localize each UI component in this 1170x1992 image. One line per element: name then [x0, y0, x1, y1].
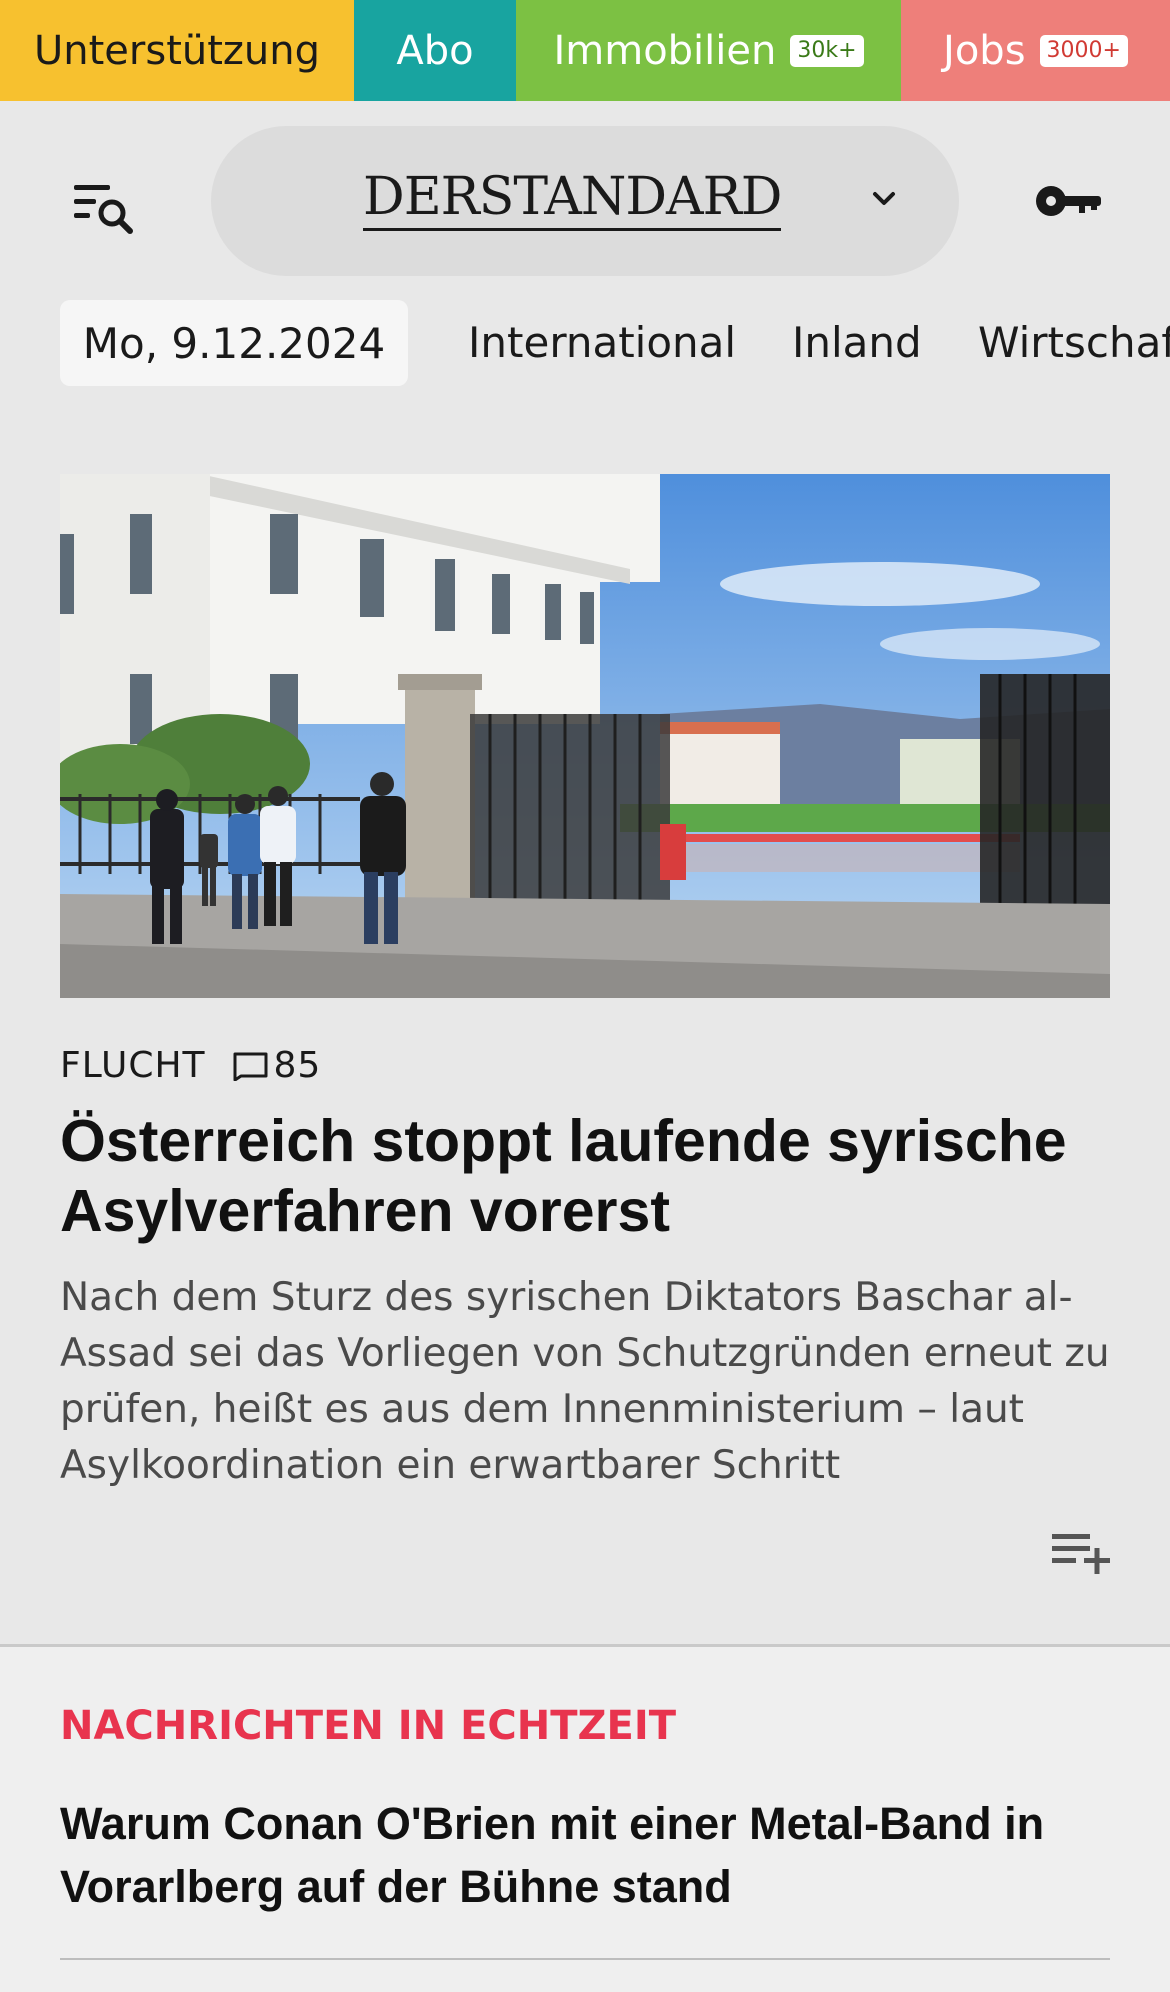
- lead-article-photo[interactable]: [60, 474, 1110, 998]
- key-icon: [1036, 186, 1101, 216]
- section-nav: Mo, 9.12.2024 International Inland Wirts…: [0, 300, 1170, 388]
- live-news-section: NACHRICHTEN IN ECHTZEIT Warum Conan O'Br…: [0, 1647, 1170, 1992]
- immobilien-link[interactable]: Immobilien 30k+: [516, 0, 901, 101]
- lead-headline[interactable]: Österreich stoppt laufende syrische Asyl…: [60, 1106, 1120, 1246]
- immobilien-label: Immobilien: [553, 27, 777, 74]
- login-button[interactable]: [1035, 179, 1105, 223]
- site-header: DERSTANDARD: [0, 101, 1170, 301]
- nav-item-international[interactable]: International: [468, 300, 736, 386]
- lead-meta: FLUCHT 85: [60, 1040, 321, 1090]
- abo-label: Abo: [396, 27, 474, 74]
- support-label: Unterstützung: [33, 27, 320, 74]
- jobs-label: Jobs: [943, 27, 1026, 74]
- lead-teaser: Nach dem Sturz des syrischen Diktators B…: [60, 1275, 1110, 1488]
- kicker-label[interactable]: FLUCHT: [60, 1045, 206, 1086]
- service-bar: Unterstützung Abo Immobilien 30k+ Jobs 3…: [0, 0, 1170, 101]
- live-news-label[interactable]: NACHRICHTEN IN ECHTZEIT: [60, 1703, 676, 1749]
- live-news-headline[interactable]: Warum Conan O'Brien mit einer Metal-Band…: [60, 1792, 1120, 1918]
- menu-search-button[interactable]: [70, 179, 136, 239]
- comment-count[interactable]: 85: [274, 1045, 322, 1086]
- comment-icon: [233, 1052, 268, 1081]
- add-to-list-button[interactable]: [1050, 1528, 1112, 1578]
- chevron-down-icon: [873, 192, 895, 205]
- nav-item-wirtschaft[interactable]: Wirtschaf: [978, 300, 1170, 386]
- jobs-count-badge: 3000+: [1039, 34, 1128, 67]
- immobilien-count-badge: 30k+: [790, 34, 864, 67]
- logo-edition-selector[interactable]: DERSTANDARD: [211, 126, 959, 276]
- nav-item-inland[interactable]: Inland: [792, 300, 922, 386]
- date-chip[interactable]: Mo, 9.12.2024: [60, 300, 408, 386]
- site-logo: DERSTANDARD: [363, 166, 782, 231]
- abo-link[interactable]: Abo: [354, 0, 516, 101]
- jobs-link[interactable]: Jobs 3000+: [901, 0, 1170, 101]
- playlist-add-icon: [1052, 1534, 1110, 1574]
- menu-search-icon: [74, 185, 133, 234]
- photo-illustration: [60, 474, 1110, 998]
- item-divider: [60, 1958, 1110, 1960]
- support-link[interactable]: Unterstützung: [0, 0, 354, 101]
